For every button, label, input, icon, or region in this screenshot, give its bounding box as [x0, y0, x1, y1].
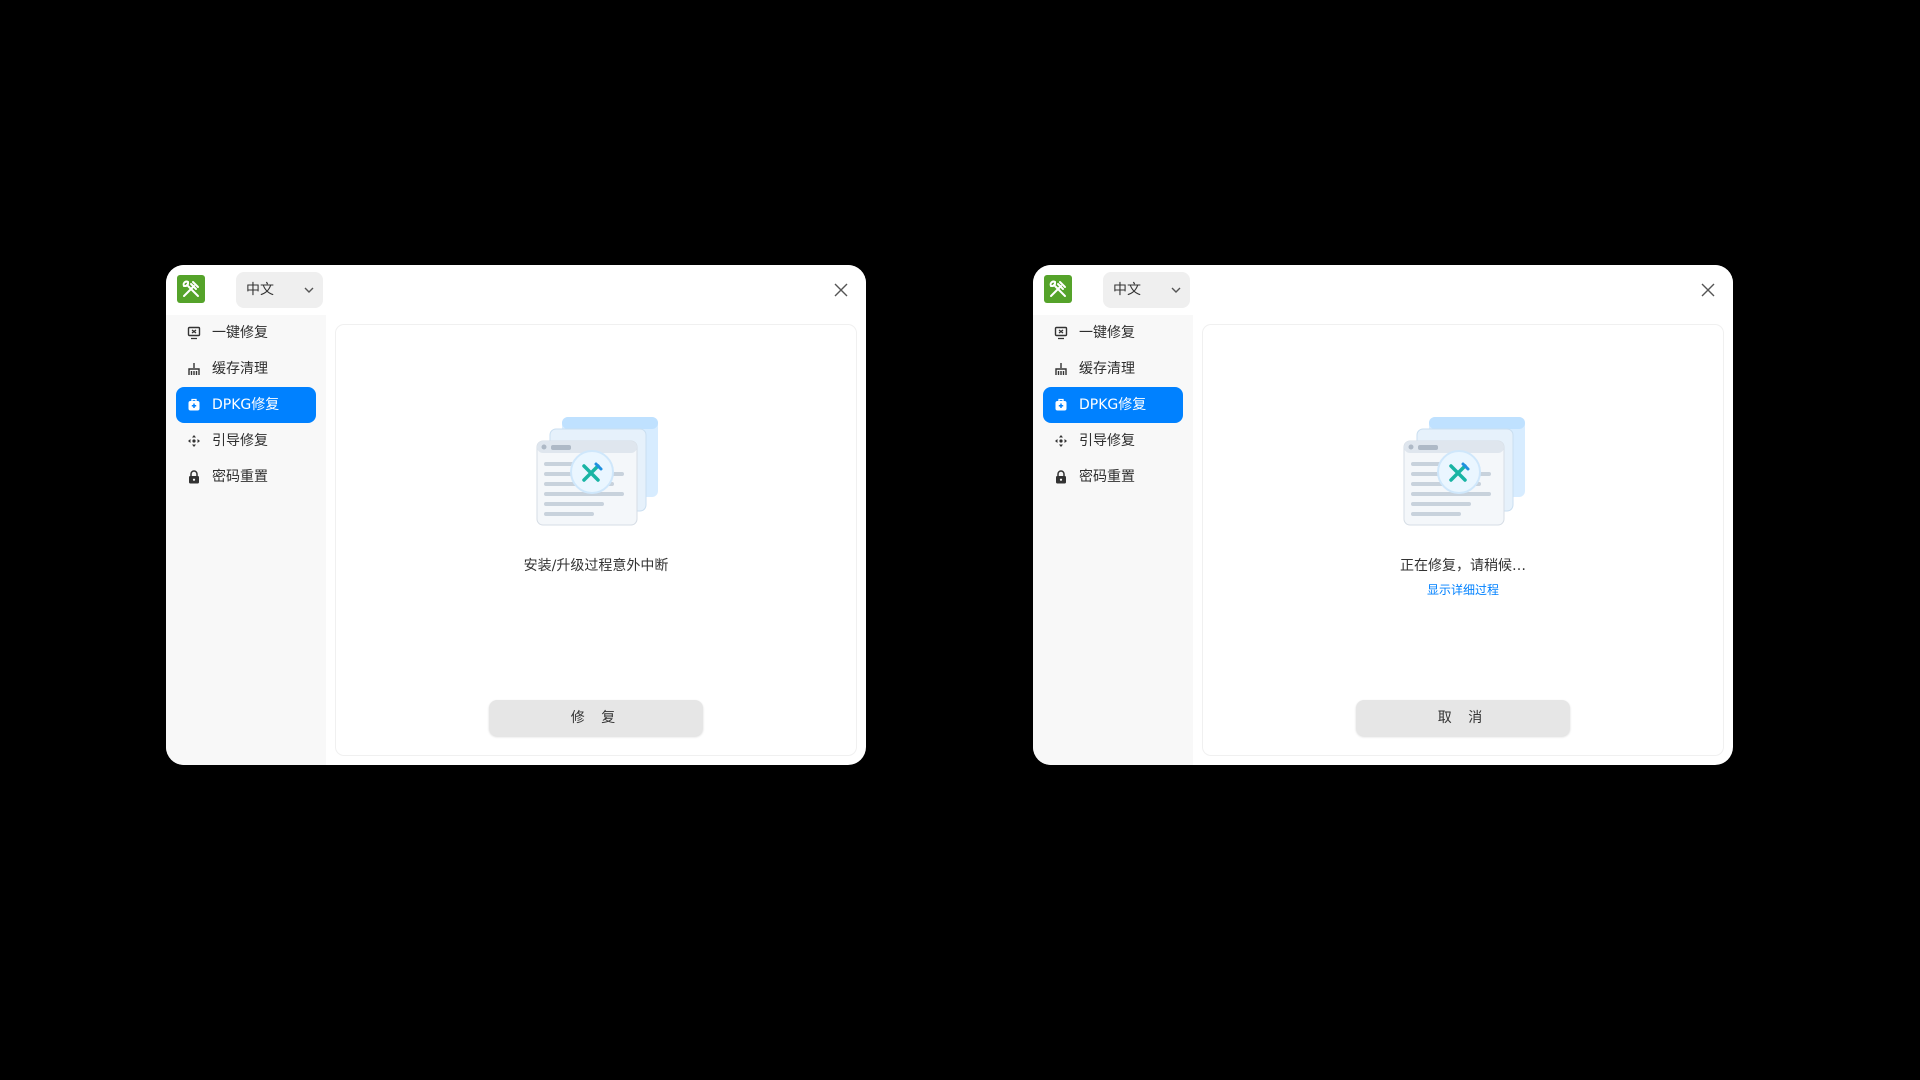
move-arrows-icon: [1055, 435, 1067, 447]
repair-status-text: 正在修复，请稍候…: [1400, 558, 1526, 574]
sidebar-item-label: 密码重置: [212, 469, 268, 485]
package-repair-illustration-icon: [536, 417, 658, 526]
sidebar-item-password-reset[interactable]: 密码重置: [1043, 459, 1183, 495]
sidebar-item-one-click-repair[interactable]: 一键修复: [1043, 315, 1183, 351]
monitor-repair-icon: [187, 326, 201, 340]
broom-icon: [188, 363, 200, 375]
chevron-down-icon: [304, 287, 314, 293]
package-icon: [1055, 398, 1067, 411]
repair-window-running: 中文 一键修复 缓存清理 DPKG修复 引导修复 密码重置 正在修复，请稍候… …: [1033, 265, 1733, 765]
sidebar-item-cache-clean[interactable]: 缓存清理: [176, 351, 316, 387]
repair-status-text: 安装/升级过程意外中断: [523, 558, 669, 574]
lock-icon: [189, 470, 199, 484]
show-details-link[interactable]: 显示详细过程: [1203, 581, 1723, 598]
sidebar-item-label: DPKG修复: [212, 397, 280, 413]
close-icon[interactable]: [1700, 282, 1716, 298]
language-select-value: 中文: [1113, 282, 1141, 298]
titlebar: 中文: [166, 265, 866, 315]
package-icon: [188, 398, 200, 411]
sidebar-item-label: 引导修复: [1079, 433, 1135, 449]
language-select[interactable]: 中文: [236, 272, 323, 308]
sidebar-item-cache-clean[interactable]: 缓存清理: [1043, 351, 1183, 387]
monitor-repair-icon: [1054, 326, 1068, 340]
sidebar: 一键修复 缓存清理 DPKG修复 引导修复 密码重置: [1033, 315, 1193, 765]
broom-icon: [1055, 363, 1067, 375]
sidebar-item-label: 一键修复: [1079, 325, 1135, 341]
move-arrows-icon: [188, 435, 200, 447]
language-select-value: 中文: [246, 282, 274, 298]
chevron-down-icon: [1171, 287, 1181, 293]
sidebar-item-label: 一键修复: [212, 325, 268, 341]
sidebar-item-label: DPKG修复: [1079, 397, 1147, 413]
app-tools-icon: [1044, 275, 1072, 303]
titlebar: 中文: [1033, 265, 1733, 315]
lock-icon: [1056, 470, 1066, 484]
cancel-button[interactable]: 取 消: [1356, 700, 1570, 736]
sidebar-item-dpkg-repair[interactable]: DPKG修复: [1043, 387, 1183, 423]
main-panel: 安装/升级过程意外中断 修 复: [336, 325, 856, 755]
main-panel: 正在修复，请稍候… 显示详细过程 取 消: [1203, 325, 1723, 755]
sidebar-item-boot-repair[interactable]: 引导修复: [176, 423, 316, 459]
sidebar-item-label: 缓存清理: [212, 361, 268, 377]
sidebar-item-dpkg-repair[interactable]: DPKG修复: [176, 387, 316, 423]
app-tools-icon: [177, 275, 205, 303]
sidebar: 一键修复 缓存清理 DPKG修复 引导修复 密码重置: [166, 315, 326, 765]
sidebar-item-password-reset[interactable]: 密码重置: [176, 459, 316, 495]
sidebar-item-boot-repair[interactable]: 引导修复: [1043, 423, 1183, 459]
repair-button[interactable]: 修 复: [489, 700, 703, 736]
sidebar-item-label: 密码重置: [1079, 469, 1135, 485]
language-select[interactable]: 中文: [1103, 272, 1190, 308]
repair-window-idle: 中文 一键修复 缓存清理 DPKG修复 引导修复 密码重置 安装/升级过程意外中…: [166, 265, 866, 765]
close-icon[interactable]: [833, 282, 849, 298]
sidebar-item-one-click-repair[interactable]: 一键修复: [176, 315, 316, 351]
package-repair-illustration-icon: [1403, 417, 1525, 526]
sidebar-item-label: 缓存清理: [1079, 361, 1135, 377]
sidebar-item-label: 引导修复: [212, 433, 268, 449]
